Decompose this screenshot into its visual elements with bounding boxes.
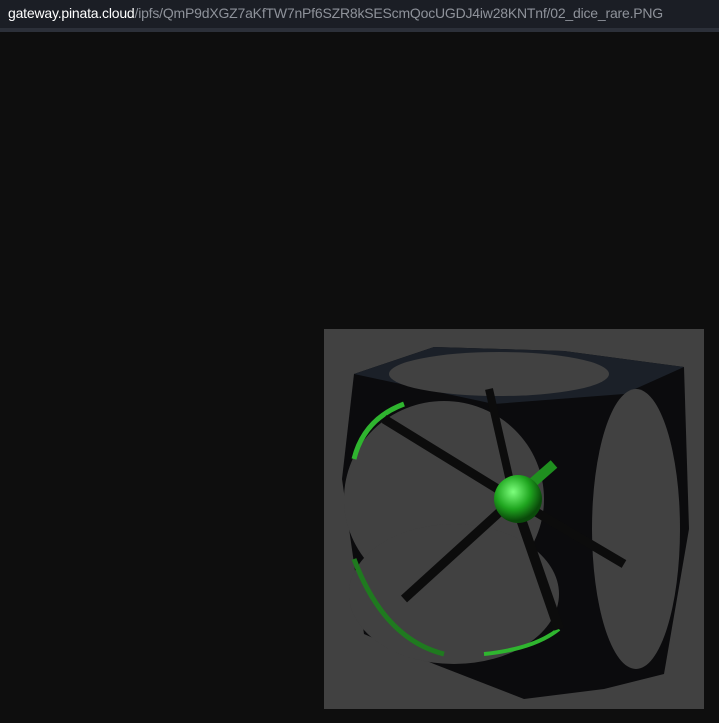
side-hole [592, 389, 680, 669]
green-sphere [494, 475, 542, 523]
url-text[interactable]: gateway.pinata.cloud/ipfs/QmP9dXGZ7aKfTW… [8, 5, 663, 21]
top-hole [389, 352, 609, 396]
url-host: gateway.pinata.cloud [8, 5, 135, 21]
address-bar[interactable]: gateway.pinata.cloud/ipfs/QmP9dXGZ7aKfTW… [0, 0, 719, 28]
dice-render [342, 347, 689, 699]
address-bar-border [0, 28, 719, 32]
url-path: /ipfs/QmP9dXGZ7aKfTW7nPf6SZR8kSEScmQocUG… [134, 5, 664, 21]
dice-image [324, 329, 704, 709]
